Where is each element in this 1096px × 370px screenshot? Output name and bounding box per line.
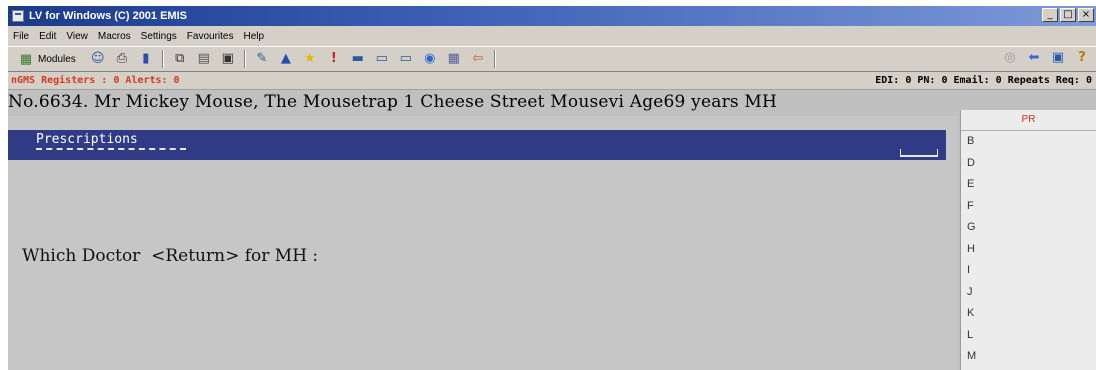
letter-index-panel: PR B D E F G H I J K L M (960, 110, 1096, 370)
side-letter-h[interactable]: H (961, 239, 1096, 261)
menu-edit[interactable]: Edit (34, 31, 61, 42)
menu-settings[interactable]: Settings (136, 31, 182, 42)
star-icon[interactable]: ★ (302, 51, 318, 67)
modules-button[interactable]: ▦ Modules (14, 51, 76, 67)
card-icon[interactable]: ▭ (374, 51, 390, 67)
side-letter-b[interactable]: B (961, 131, 1096, 153)
screen-icon[interactable]: ▭ (398, 51, 414, 67)
copy-icon[interactable]: ⧉ (172, 51, 188, 67)
prescriptions-header: Prescriptions (8, 130, 946, 160)
messages-status: EDI: 0 PN: 0 Email: 0 Repeats Req: 0 (875, 75, 1092, 86)
side-letter-i[interactable]: I (961, 260, 1096, 282)
tools-icon[interactable]: ✎ (254, 51, 270, 67)
help-icon[interactable]: ? (1074, 50, 1090, 66)
toolbar-separator (243, 50, 246, 68)
menu-help[interactable]: Help (238, 31, 269, 42)
doctor-prompt[interactable]: Which Doctor <Return> for MH : (22, 246, 318, 266)
side-letter-j[interactable]: J (961, 282, 1096, 304)
calendar-icon[interactable]: ▦ (446, 51, 462, 67)
minimize-button[interactable]: _ (1042, 8, 1058, 22)
side-letter-k[interactable]: K (961, 303, 1096, 325)
status-line: nGMS Registers : 0 Alerts: 0 EDI: 0 PN: … (8, 72, 1096, 90)
side-letter-d[interactable]: D (961, 153, 1096, 175)
toolbar-separator (493, 50, 496, 68)
header-divider (36, 148, 186, 153)
back-arrow-icon[interactable]: ⬅ (1026, 50, 1042, 66)
main-console: Prescriptions Which Doctor <Return> for … (8, 116, 958, 370)
arrow-icon[interactable]: ⇦ (470, 51, 486, 67)
menu-file[interactable]: File (8, 31, 34, 42)
menu-bar: File Edit View Macros Settings Favourite… (8, 26, 1096, 46)
side-panel-header[interactable]: PR (961, 110, 1096, 131)
menu-view[interactable]: View (61, 31, 93, 42)
book-icon[interactable]: ▮ (138, 51, 154, 67)
flask-icon[interactable]: ▲ (278, 51, 294, 67)
toolbar: ▦ Modules ☺ ⎙ ▮ ⧉ ▤ ▣ ✎ ▲ ★ ! ▬ ▭ ▭ ◉ ▦ … (8, 46, 1096, 72)
toolbar-right: ◎ ⬅ ▣ ? (998, 50, 1094, 66)
side-letter-m[interactable]: M (961, 346, 1096, 368)
paste-icon[interactable]: ▤ (196, 51, 212, 67)
screen-icon[interactable]: ▣ (1050, 50, 1066, 66)
globe-icon[interactable]: ◉ (422, 51, 438, 67)
ngms-registers-status: nGMS Registers : 0 Alerts: 0 (11, 75, 180, 86)
alert-icon[interactable]: ! (326, 51, 342, 67)
window-controls: _ □ × (1042, 8, 1094, 22)
menu-favourites[interactable]: Favourites (182, 31, 239, 42)
nhs-icon[interactable]: ▬ (350, 51, 366, 67)
title-bar[interactable]: LV for Windows (C) 2001 EMIS _ □ × (8, 6, 1096, 26)
panel-title: Prescriptions (36, 132, 138, 147)
app-icon (12, 10, 24, 22)
side-letter-l[interactable]: L (961, 325, 1096, 347)
patient-banner: No.6634. Mr Mickey Mouse, The Mousetrap … (8, 92, 778, 112)
side-letter-g[interactable]: G (961, 217, 1096, 239)
people-icon[interactable]: ☺ (90, 51, 106, 67)
app-window: LV for Windows (C) 2001 EMIS _ □ × File … (8, 6, 1096, 370)
side-letter-f[interactable]: F (961, 196, 1096, 218)
menu-macros[interactable]: Macros (93, 31, 136, 42)
header-box (900, 149, 938, 157)
modules-label: Modules (38, 53, 76, 65)
side-letter-e[interactable]: E (961, 174, 1096, 196)
clipboard-icon[interactable]: ▣ (220, 51, 236, 67)
disc-icon[interactable]: ◎ (1002, 50, 1018, 66)
window-title: LV for Windows (C) 2001 EMIS (29, 10, 187, 22)
maximize-button[interactable]: □ (1060, 8, 1076, 22)
close-button[interactable]: × (1078, 8, 1094, 22)
modules-icon: ▦ (19, 51, 33, 66)
toolbar-separator (161, 50, 164, 68)
printer-icon[interactable]: ⎙ (114, 51, 130, 67)
